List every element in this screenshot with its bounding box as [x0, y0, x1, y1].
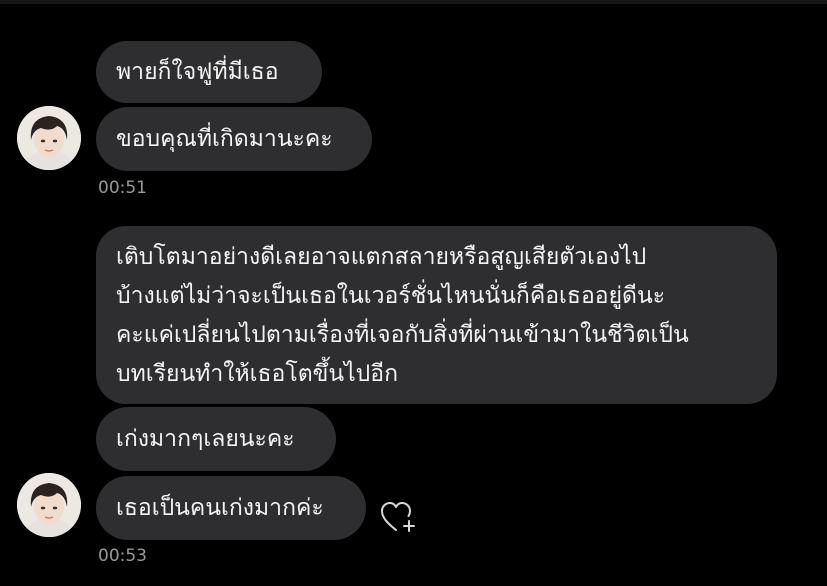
message-bubble[interactable]: ขอบคุณที่เกิดมานะคะ	[96, 107, 372, 171]
heart-plus-icon[interactable]	[380, 500, 418, 536]
message-bubble[interactable]: พายก็ใจฟูที่มีเธอ	[96, 41, 322, 103]
top-divider	[0, 0, 827, 4]
message-bubble[interactable]: เธอเป็นคนเก่งมากค่ะ	[96, 476, 366, 540]
message-timestamp: 00:53	[98, 546, 147, 566]
avatar[interactable]	[17, 106, 81, 170]
avatar-photo	[17, 473, 81, 537]
message-timestamp: 00:51	[98, 178, 147, 198]
message-bubble[interactable]: เติบโตมาอย่างดีเลยอาจแตกสลายหรือสูญเสียต…	[96, 226, 777, 404]
avatar-photo	[17, 106, 81, 170]
message-bubble[interactable]: เก่งมากๆเลยนะคะ	[96, 407, 336, 471]
avatar[interactable]	[17, 473, 81, 537]
